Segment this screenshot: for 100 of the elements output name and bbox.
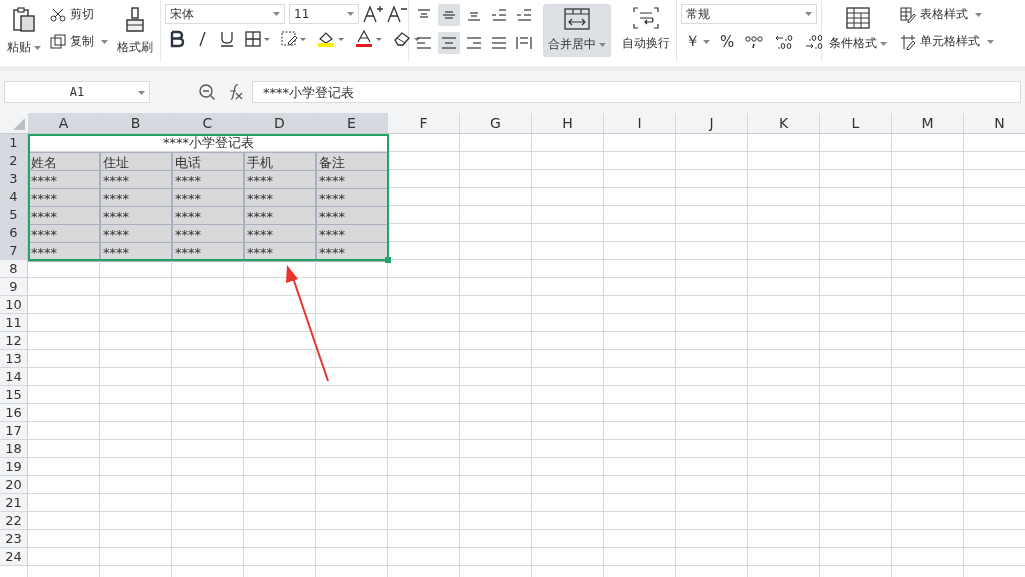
distributed-align-icon bbox=[516, 36, 532, 50]
caret-icon bbox=[101, 39, 108, 44]
bold-icon[interactable] bbox=[169, 30, 185, 48]
row-header[interactable]: 1 bbox=[0, 134, 28, 152]
row-header[interactable]: 11 bbox=[0, 314, 28, 332]
table-cell: **** bbox=[316, 224, 388, 244]
fill-handle[interactable] bbox=[385, 257, 391, 263]
caret-icon bbox=[347, 12, 354, 16]
caret-icon bbox=[987, 39, 994, 44]
row-header[interactable]: 9 bbox=[0, 278, 28, 296]
alignment-button[interactable] bbox=[438, 4, 460, 26]
brush-icon bbox=[124, 7, 146, 33]
row-header[interactable]: 2 bbox=[0, 152, 28, 170]
column-header[interactable]: K bbox=[748, 113, 820, 133]
cell-style-button[interactable]: 单元格样式 bbox=[900, 31, 994, 52]
decrease-font-icon[interactable] bbox=[387, 5, 407, 23]
alignment-button[interactable] bbox=[438, 32, 460, 54]
row-header[interactable]: 23 bbox=[0, 530, 28, 548]
row-header[interactable]: 13 bbox=[0, 350, 28, 368]
eraser-icon[interactable] bbox=[393, 30, 421, 48]
caret-icon bbox=[975, 12, 982, 17]
table-cell: **** bbox=[316, 242, 388, 262]
table-style-button[interactable]: 表格样式 bbox=[900, 4, 994, 25]
table-cell: **** bbox=[100, 188, 172, 208]
row-header[interactable]: 24 bbox=[0, 548, 28, 566]
row-header[interactable]: 14 bbox=[0, 368, 28, 386]
percent-button[interactable]: % bbox=[720, 32, 735, 51]
column-header[interactable]: I bbox=[604, 113, 676, 133]
conditional-format-button[interactable]: 条件格式 bbox=[826, 4, 890, 55]
caret-icon bbox=[34, 45, 41, 50]
table-cell: 住址 bbox=[100, 152, 172, 172]
row-header[interactable]: 7 bbox=[0, 242, 28, 260]
column-header[interactable]: G bbox=[460, 113, 532, 133]
row-header[interactable]: 4 bbox=[0, 188, 28, 206]
align-left-icon bbox=[416, 36, 432, 50]
format-painter-button[interactable]: 格式刷 bbox=[114, 4, 156, 59]
row-header[interactable]: 6 bbox=[0, 224, 28, 242]
column-header[interactable]: E bbox=[316, 113, 388, 133]
table-cell: **** bbox=[172, 242, 244, 262]
column-header[interactable]: H bbox=[532, 113, 604, 133]
column-header[interactable]: C bbox=[172, 113, 244, 133]
table-pencil-icon bbox=[900, 6, 916, 23]
column-header[interactable]: F bbox=[388, 113, 460, 133]
table-grid-icon bbox=[846, 7, 870, 29]
decrease-decimal-icon[interactable] bbox=[804, 32, 825, 51]
column-header[interactable]: M bbox=[892, 113, 964, 133]
table-cell: **** bbox=[244, 170, 316, 190]
column-header[interactable]: B bbox=[100, 113, 172, 133]
row-header[interactable]: 3 bbox=[0, 170, 28, 188]
currency-button[interactable]: ￥ bbox=[685, 32, 710, 51]
row-header[interactable]: 15 bbox=[0, 386, 28, 404]
zoom-out-icon[interactable] bbox=[198, 83, 216, 101]
row-header[interactable]: 20 bbox=[0, 476, 28, 494]
align-center-icon bbox=[441, 36, 457, 50]
row-header[interactable]: 8 bbox=[0, 260, 28, 278]
row-header[interactable]: 10 bbox=[0, 296, 28, 314]
justify-icon bbox=[491, 36, 507, 50]
merge-center-button[interactable]: 合并居中 bbox=[543, 4, 611, 57]
underline-icon[interactable] bbox=[219, 30, 235, 48]
column-header[interactable]: D bbox=[244, 113, 316, 133]
number-format-dropdown[interactable]: 常规 bbox=[681, 4, 817, 24]
fill-color-icon[interactable] bbox=[317, 30, 345, 48]
table-cell: **** bbox=[316, 206, 388, 226]
clipboard-icon bbox=[12, 7, 36, 33]
table-cell: **** bbox=[172, 188, 244, 208]
row-header[interactable]: 21 bbox=[0, 494, 28, 512]
paste-button[interactable]: 粘贴 bbox=[4, 4, 44, 59]
name-box[interactable]: A1 bbox=[4, 81, 150, 103]
increase-font-icon[interactable] bbox=[363, 5, 383, 23]
table-cell: **** bbox=[172, 170, 244, 190]
row-header[interactable]: 22 bbox=[0, 512, 28, 530]
font-color-icon[interactable] bbox=[355, 30, 383, 48]
row-header[interactable]: 18 bbox=[0, 440, 28, 458]
font-name-dropdown[interactable]: 宋体 bbox=[165, 4, 285, 24]
align-right-icon bbox=[466, 36, 482, 50]
caret-icon bbox=[273, 12, 280, 16]
column-header[interactable]: A bbox=[28, 113, 100, 133]
increase-decimal-icon[interactable] bbox=[774, 32, 795, 51]
table-cell: **** bbox=[100, 170, 172, 190]
row-header[interactable]: 5 bbox=[0, 206, 28, 224]
table-cell: 电话 bbox=[172, 152, 244, 172]
row-header[interactable]: 12 bbox=[0, 332, 28, 350]
increase-indent-icon bbox=[516, 8, 532, 22]
column-header[interactable]: L bbox=[820, 113, 892, 133]
wrap-text-button[interactable]: 自动换行 bbox=[619, 4, 673, 55]
cut-button[interactable]: 剪切 bbox=[50, 4, 108, 25]
row-header[interactable]: 17 bbox=[0, 422, 28, 440]
row-header[interactable]: 19 bbox=[0, 458, 28, 476]
borders-icon[interactable] bbox=[245, 30, 271, 48]
table-cell: **** bbox=[100, 224, 172, 244]
table-cell: **** bbox=[316, 170, 388, 190]
formula-input[interactable]: ****小学登记表 bbox=[252, 81, 1021, 103]
column-header[interactable]: N bbox=[964, 113, 1025, 133]
table-cell: **** bbox=[316, 188, 388, 208]
cell-pattern-icon[interactable] bbox=[281, 30, 307, 48]
row-header[interactable]: 16 bbox=[0, 404, 28, 422]
column-header[interactable]: J bbox=[676, 113, 748, 133]
copy-button[interactable]: 复制 bbox=[50, 31, 108, 52]
font-size-dropdown[interactable]: 11 bbox=[289, 4, 359, 24]
caret-icon bbox=[805, 12, 812, 16]
